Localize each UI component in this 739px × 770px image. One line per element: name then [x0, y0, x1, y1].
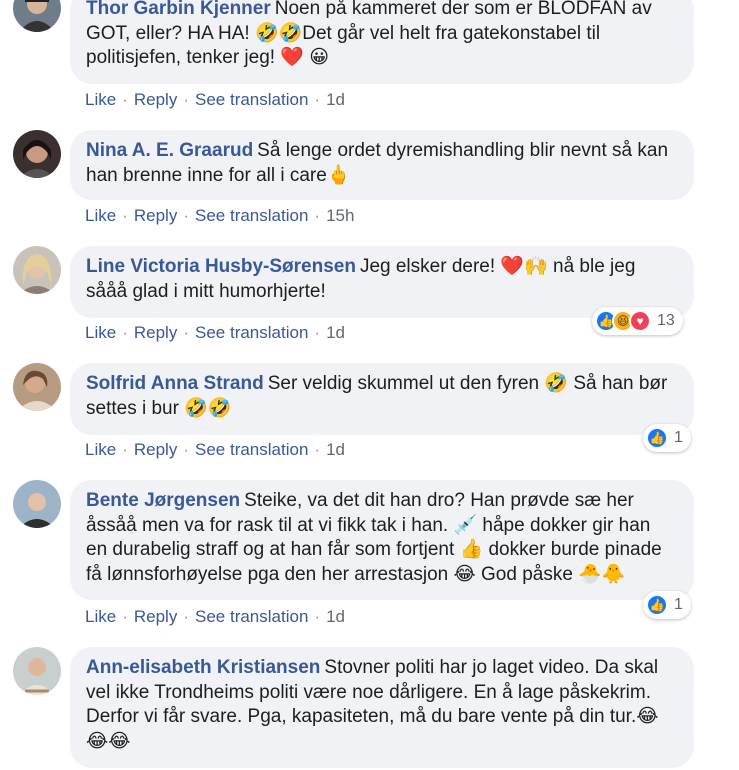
comment-timestamp[interactable]: 1d [326, 90, 345, 109]
reply-link[interactable]: Reply [134, 607, 177, 626]
comment-author[interactable]: Line Victoria Husby-Sørensen [86, 256, 356, 277]
like-reaction-icon: 👍 [646, 427, 668, 449]
reply-link[interactable]: Reply [134, 90, 177, 109]
comment-timestamp[interactable]: 1d [326, 607, 345, 626]
see-translation-link[interactable]: See translation [195, 206, 308, 225]
comment-actions: Like · Reply · See translation · 1d [85, 90, 345, 109]
avatar[interactable] [13, 647, 61, 695]
comment-actions: Like · Reply · See translation · 1d [85, 323, 345, 342]
reaction-summary[interactable]: 👍 😆 ♥ 13 [592, 307, 683, 335]
like-reaction-icon: 👍 [646, 594, 668, 616]
comment-bubble: Thor Garbin Kjenner Noen på kammeret der … [70, 0, 694, 84]
comment-bubble: Ann-elisabeth Kristiansen Stovner politi … [70, 647, 694, 768]
love-reaction-icon: ♥ [629, 310, 651, 332]
reply-link[interactable]: Reply [134, 206, 177, 225]
reply-link[interactable]: Reply [134, 440, 177, 459]
comment-bubble: Nina A. E. Graarud Så lenge ordet dyremis… [70, 130, 694, 200]
reaction-count: 13 [657, 312, 675, 329]
comment-bubble: Solfrid Anna Strand Ser veldig skummel ut… [70, 363, 694, 435]
comment-author[interactable]: Ann-elisabeth Kristiansen [86, 657, 320, 678]
reaction-count: 1 [674, 596, 683, 613]
avatar[interactable] [13, 363, 61, 411]
comment-author[interactable]: Solfrid Anna Strand [86, 373, 264, 394]
comment-timestamp[interactable]: 15h [326, 206, 354, 225]
like-link[interactable]: Like [85, 607, 116, 626]
comment-actions: Like · Reply · See translation · 15h [85, 206, 355, 225]
avatar[interactable] [13, 480, 61, 528]
avatar[interactable] [13, 246, 61, 294]
comment-author[interactable]: Nina A. E. Graarud [86, 140, 253, 161]
reply-link[interactable]: Reply [134, 323, 177, 342]
see-translation-link[interactable]: See translation [195, 90, 308, 109]
comment-bubble: Bente Jørgensen Steike, va det dit han dr… [70, 480, 694, 600]
like-link[interactable]: Like [85, 90, 116, 109]
avatar[interactable] [13, 130, 61, 178]
reaction-summary[interactable]: 👍 1 [643, 424, 691, 452]
comment-timestamp[interactable]: 1d [326, 440, 345, 459]
comment-actions: Like · Reply · See translation · 1d [85, 607, 345, 626]
reaction-summary[interactable]: 👍 1 [643, 591, 691, 619]
like-link[interactable]: Like [85, 206, 116, 225]
see-translation-link[interactable]: See translation [195, 607, 308, 626]
see-translation-link[interactable]: See translation [195, 323, 308, 342]
like-link[interactable]: Like [85, 323, 116, 342]
comment-author[interactable]: Thor Garbin Kjenner [86, 0, 271, 19]
reaction-count: 1 [674, 429, 683, 446]
comment-actions: Like · Reply · See translation · 1d [85, 440, 345, 459]
avatar[interactable] [13, 0, 61, 32]
comment-timestamp[interactable]: 1d [326, 323, 345, 342]
comment-author[interactable]: Bente Jørgensen [86, 490, 240, 511]
like-link[interactable]: Like [85, 440, 116, 459]
see-translation-link[interactable]: See translation [195, 440, 308, 459]
